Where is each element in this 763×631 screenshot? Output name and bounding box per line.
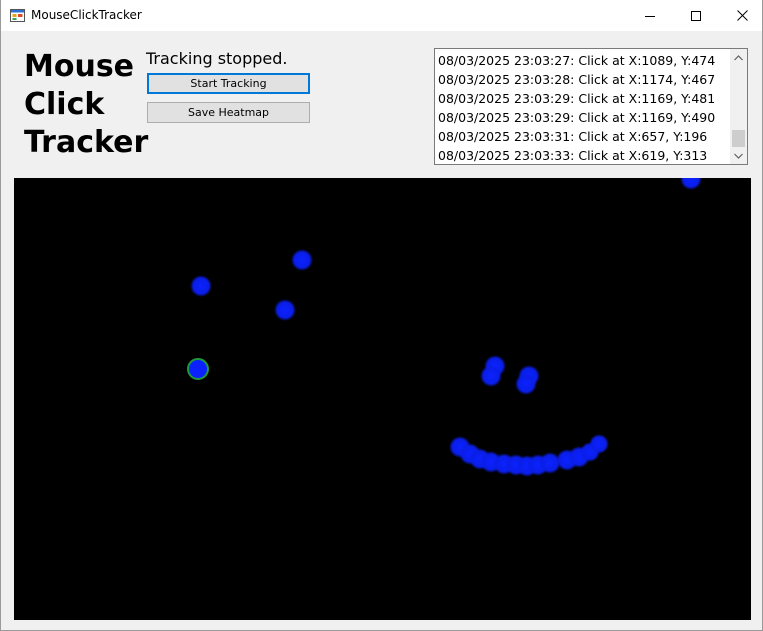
click-point-highlighted <box>187 358 209 380</box>
click-point <box>480 365 502 387</box>
minimize-icon <box>645 15 655 17</box>
window-title: MouseClickTracker <box>31 8 142 22</box>
chevron-down-icon <box>734 153 743 159</box>
log-scrollbar[interactable] <box>730 49 747 164</box>
click-point <box>274 299 296 321</box>
click-points <box>190 178 702 477</box>
maximize-button[interactable] <box>673 0 719 31</box>
log-entry[interactable]: 08/03/2025 23:03:31: Click at X:657, Y:1… <box>438 127 715 146</box>
save-heatmap-button[interactable]: Save Heatmap <box>147 102 310 123</box>
scroll-up-button[interactable] <box>730 49 747 66</box>
click-point <box>589 434 609 454</box>
click-log-listbox[interactable]: 08/03/2025 23:03:27: Click at X:1089, Y:… <box>434 48 748 165</box>
tracking-status-label: Tracking stopped. <box>146 49 288 68</box>
app-heading-line: Tracker <box>24 125 149 160</box>
heatmap-drawing <box>187 178 702 477</box>
click-log-list: 08/03/2025 23:03:27: Click at X:1089, Y:… <box>438 51 715 164</box>
app-window-icon <box>10 9 25 22</box>
minimize-button[interactable] <box>627 0 673 31</box>
close-icon <box>736 10 748 21</box>
app-heading-line: Click <box>24 87 105 122</box>
heatmap-canvas[interactable] <box>14 178 751 620</box>
log-entry[interactable]: 08/03/2025 23:03:27: Click at X:1089, Y:… <box>438 51 715 70</box>
click-point <box>680 178 702 190</box>
chevron-up-icon <box>734 54 743 60</box>
app-heading-line: Mouse <box>24 49 135 84</box>
log-entry[interactable]: 08/03/2025 23:03:29: Click at X:1169, Y:… <box>438 89 715 108</box>
main-window: MouseClickTracker Mouse Click Tracker Tr… <box>0 0 763 631</box>
click-point <box>190 275 212 297</box>
click-point <box>515 373 537 395</box>
log-entry[interactable]: 08/03/2025 23:03:33: Click at X:619, Y:3… <box>438 146 715 164</box>
scroll-down-button[interactable] <box>730 147 747 164</box>
app-heading: Mouse Click Tracker <box>24 48 149 162</box>
title-bar[interactable]: MouseClickTracker <box>1 0 762 31</box>
close-button[interactable] <box>719 0 763 31</box>
log-entry[interactable]: 08/03/2025 23:03:29: Click at X:1169, Y:… <box>438 108 715 127</box>
log-entry[interactable]: 08/03/2025 23:03:28: Click at X:1174, Y:… <box>438 70 715 89</box>
click-point <box>291 249 313 271</box>
scroll-thumb[interactable] <box>732 130 745 147</box>
maximize-icon <box>691 10 701 21</box>
start-tracking-button[interactable]: Start Tracking <box>147 73 310 94</box>
